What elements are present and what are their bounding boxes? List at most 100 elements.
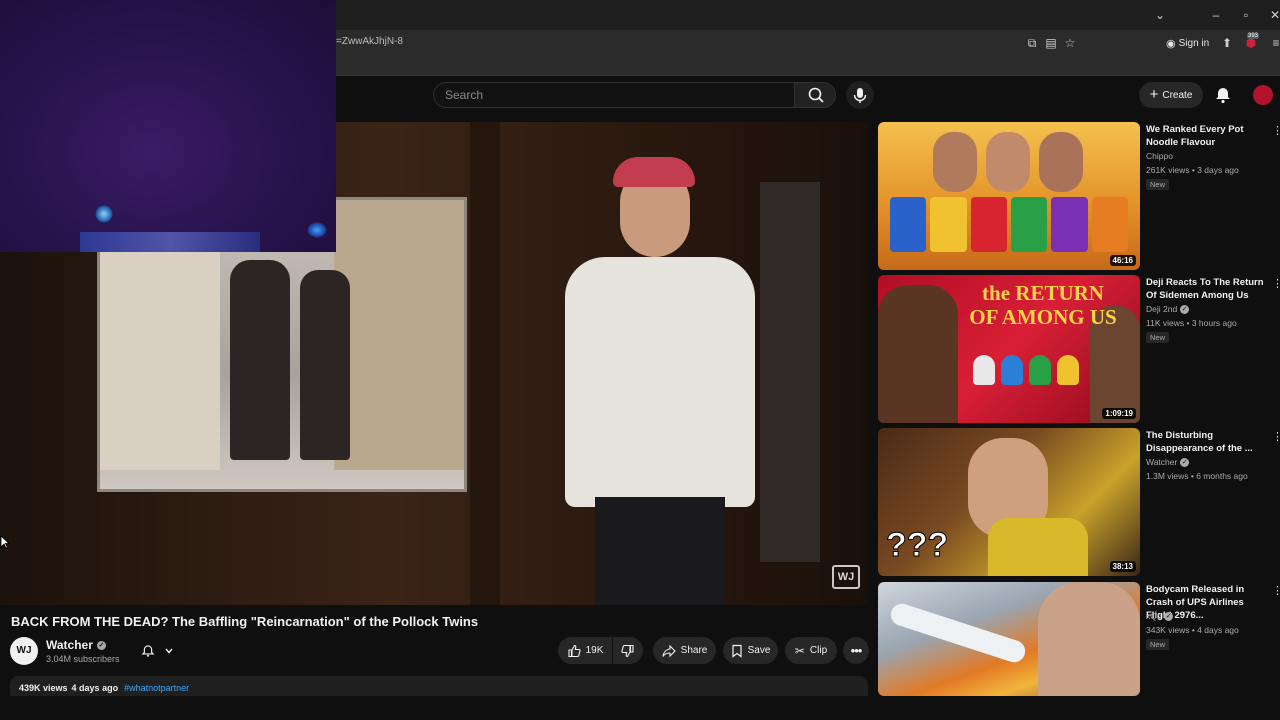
channel-name: Watcher [1146,457,1178,467]
view-count: 11K views [1146,318,1185,328]
channel-avatar[interactable]: WJ [10,637,38,665]
subscription-bell-button[interactable] [132,638,182,664]
minimize-icon[interactable]: – [1207,6,1225,24]
new-badge: New [1146,179,1170,190]
hashtag-link[interactable]: #whatnotpartner [124,683,189,693]
recommendation-thumbnail[interactable]: ??? 38:13 [878,428,1140,576]
clip-label: Clip [809,645,828,656]
more-vertical-icon[interactable]: ⋮ [1272,430,1280,443]
recommendation-item[interactable]: Bodycam Released in Crash of UPS Airline… [878,582,1280,696]
video-duration: 1:09:19 [1102,408,1136,419]
more-actions-button[interactable]: ••• [843,637,869,664]
thumbs-down-icon [621,644,634,657]
chevron-down-icon[interactable]: ⌄ [1151,6,1169,24]
new-badge: New [1146,639,1170,650]
verified-icon: ✓ [96,640,106,650]
channel-name-link[interactable]: Watcher ✓ [46,638,106,652]
more-vertical-icon[interactable]: ⋮ [1272,277,1280,290]
recommendation-thumbnail[interactable] [878,582,1140,696]
account-avatar[interactable] [1253,85,1273,105]
recommendation-channel[interactable]: xQc ✓ [1146,611,1174,621]
sign-in-button[interactable]: ◉ Sign in [1166,35,1209,51]
channel-name: Watcher [46,638,93,652]
search-box[interactable] [433,82,794,108]
verified-icon: ✓ [1180,304,1190,314]
upload-age: 4 days ago [71,683,119,693]
sign-in-label: Sign in [1178,37,1210,49]
save-label: Save [747,645,771,656]
presenter [565,142,755,605]
scissors-icon: ✂ [794,643,805,658]
extension-icon[interactable]: ⬆ [1219,35,1235,51]
reader-icon[interactable]: ▤ [1043,35,1059,51]
verified-icon: ✓ [1164,611,1174,621]
restore-icon[interactable]: ▫ [1237,6,1255,24]
view-count: 439K views [19,683,68,693]
more-vertical-icon[interactable]: ⋮ [1272,584,1280,597]
upload-age: 6 months ago [1196,471,1248,481]
chevron-down-icon [165,648,173,654]
search-input[interactable] [434,83,794,107]
recommendation-meta: 1.3M views • 6 months ago [1146,471,1248,481]
more-vertical-icon[interactable]: ⋮ [1272,124,1280,137]
voice-search-button[interactable] [846,81,874,109]
save-button[interactable]: Save [723,637,778,664]
dislike-button[interactable] [613,637,643,664]
star-icon[interactable]: ☆ [1062,35,1078,51]
video-duration: 46:16 [1109,255,1136,266]
channel-name: Chippo [1146,151,1173,161]
channel-name: Deji 2nd [1146,304,1178,314]
mouse-cursor-icon [0,535,10,549]
notifications-button[interactable] [1212,84,1234,106]
recommendation-channel[interactable]: Deji 2nd ✓ [1146,304,1190,314]
view-count: 261K views [1146,165,1190,175]
bell-icon [141,645,155,657]
url-text[interactable]: =ZwwAkJhjN-8 [336,36,403,47]
plus-icon: + [1149,86,1159,103]
recommendation-thumbnail[interactable]: 46:16 [878,122,1140,270]
search-button[interactable] [794,82,836,108]
recommendation-channel[interactable]: Watcher ✓ [1146,457,1190,467]
extension-badge: 393 [1247,33,1260,39]
recommendation-item[interactable]: the RETURN OF AMONG US 1:09:19 Deji Reac… [878,275,1280,423]
bell-icon [1216,88,1230,104]
recommendation-thumbnail[interactable]: the RETURN OF AMONG US 1:09:19 [878,275,1140,423]
upload-age: 3 hours ago [1191,318,1237,328]
create-label: Create [1162,89,1193,101]
close-icon[interactable]: ✕ [1266,6,1280,24]
recommendation-title[interactable]: The Disturbing Disappearance of the ... [1146,429,1268,455]
recommendation-item[interactable]: 46:16 We Ranked Every Pot Noodle Flavour… [878,122,1280,270]
verified-icon: ✓ [1180,457,1190,467]
clip-button[interactable]: ✂ Clip [785,637,837,664]
mic-icon [853,88,867,103]
recommendation-channel[interactable]: Chippo [1146,151,1173,161]
like-button[interactable]: 19K [558,637,612,664]
subscriber-count: 3.04M subscribers [46,654,120,664]
video-duration: 38:13 [1109,561,1136,572]
account-icon: ◉ [1166,37,1176,50]
recommendation-title[interactable]: Deji Reacts To The Return Of Sidemen Amo… [1146,276,1268,302]
more-horizontal-icon: ••• [850,643,863,658]
bookmark-icon [731,644,742,658]
view-count: 1.3M views [1146,471,1189,481]
share-label: Share [680,645,708,656]
description-meta: 439K views 4 days ago #whatnotpartner [19,683,189,693]
like-count: 19K [585,645,604,656]
channel-watermark[interactable]: WJ [832,565,860,589]
menu-icon[interactable]: ≡ [1268,35,1280,51]
new-badge: New [1146,332,1170,343]
thumbs-up-icon [568,644,581,657]
view-count: 343K views [1146,625,1190,635]
recommendation-meta: 261K views • 3 days ago [1146,165,1239,175]
screenshot-icon[interactable]: ⧉ [1024,35,1040,51]
thumbnail-text: ??? [885,526,949,565]
recommendation-item[interactable]: ??? 38:13 The Disturbing Disappearance o… [878,428,1280,576]
video-title: BACK FROM THE DEAD? The Baffling "Reinca… [11,614,479,629]
create-button[interactable]: + Create [1139,82,1203,108]
thumbnail-text: the RETURN OF AMONG US [969,281,1117,329]
share-button[interactable]: Share [653,637,716,664]
search-icon [808,87,824,103]
share-icon [662,644,676,657]
recommendation-title[interactable]: We Ranked Every Pot Noodle Flavour [1146,123,1268,149]
webcam-overlay [0,0,336,252]
